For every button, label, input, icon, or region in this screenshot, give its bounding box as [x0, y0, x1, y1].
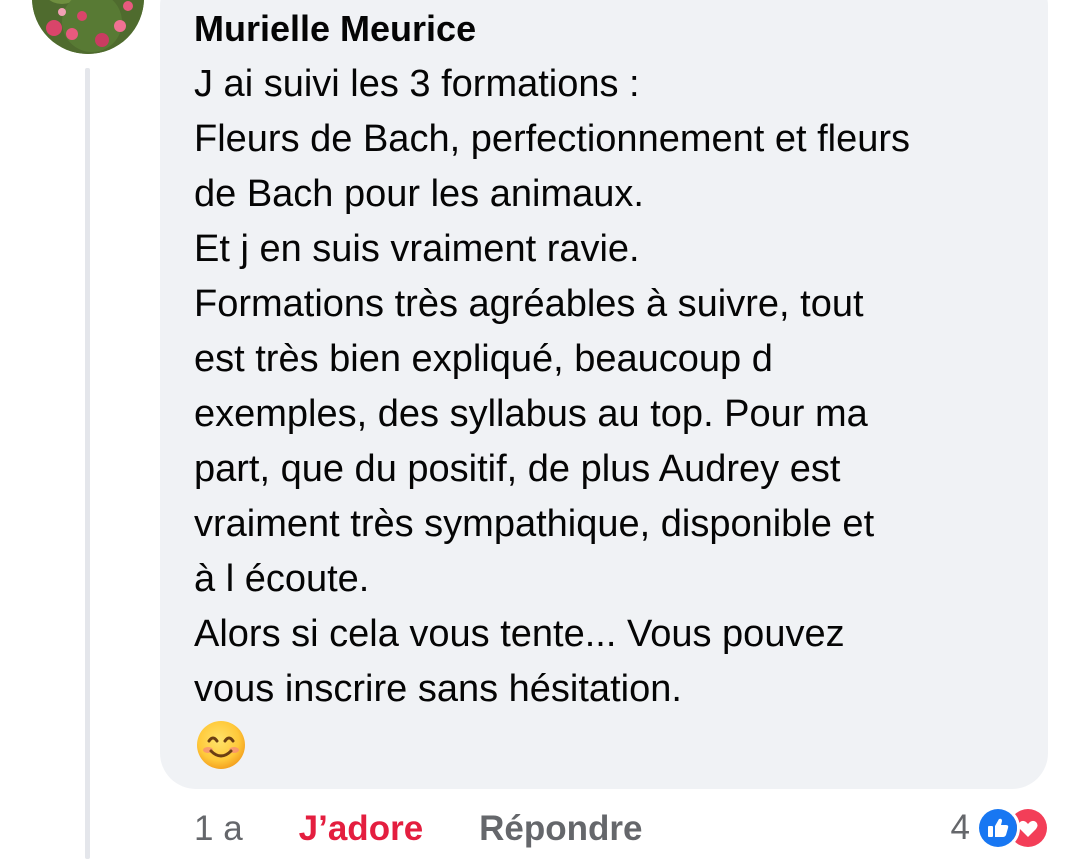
reaction-count: 4 [950, 808, 970, 847]
thread-line [85, 68, 90, 859]
comment-line: de Bach pour les animaux. [194, 173, 644, 215]
reply-button[interactable]: Répondre [479, 809, 642, 849]
reaction-icons [976, 806, 1050, 850]
comment-screen: Murielle Meurice J ai suivi les 3 format… [0, 0, 1080, 859]
like-icon [976, 806, 1020, 850]
comment-line: Et j en suis vraiment ravie. [194, 228, 640, 270]
comment-line: part, que du positif, de plus Audrey est [194, 448, 841, 490]
comment-line: Alors si cela vous tente... Vous pouvez [194, 613, 845, 655]
comment-line: vraiment très sympathique, disponible et [194, 503, 875, 545]
comment-line: exemples, des syllabus au top. Pour ma [194, 393, 868, 435]
comment-line: est très bien expliqué, beaucoup d [194, 338, 773, 380]
reaction-summary[interactable]: 4 [950, 804, 1050, 852]
comment-line: vous inscrire sans hésitation. [194, 668, 682, 710]
avatar-image [32, 0, 144, 54]
smiling-face-emoji-icon [196, 720, 246, 770]
comment-line: à l écoute. [194, 558, 370, 600]
comment-line: Fleurs de Bach, perfectionnement et fleu… [194, 118, 911, 160]
avatar[interactable] [32, 0, 144, 54]
comment-line: J ai suivi les 3 formations : [194, 63, 640, 105]
comment-timestamp[interactable]: 1 a [194, 809, 243, 849]
comment-line: Formations très agréables à suivre, tout [194, 283, 864, 325]
reaction-love-button[interactable]: J’adore [299, 809, 424, 849]
comment-actions: 1 a J’adore Répondre [194, 806, 643, 852]
comment-text: J ai suivi les 3 formations : Fleurs de … [194, 57, 1034, 717]
comment-author[interactable]: Murielle Meurice [194, 8, 476, 50]
